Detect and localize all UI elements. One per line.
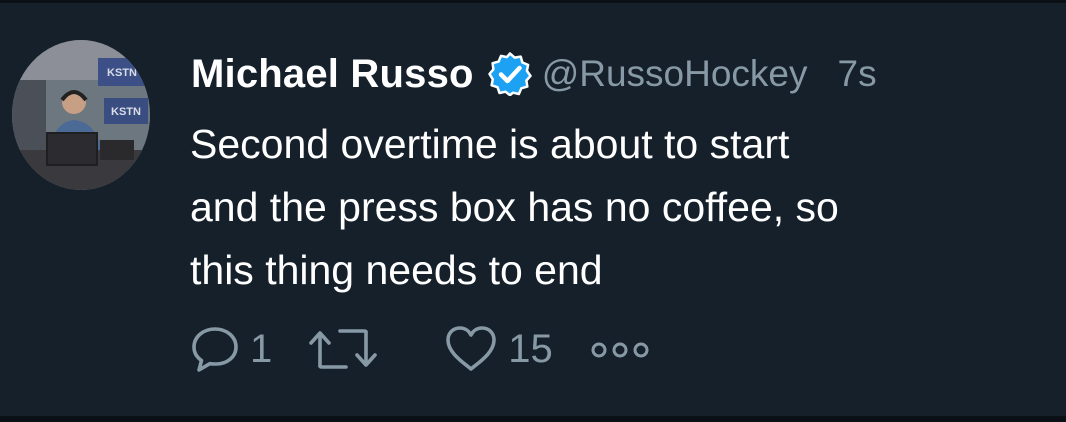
- reply-button[interactable]: 1: [190, 326, 272, 372]
- avatar[interactable]: KSTN KSTN: [12, 40, 150, 190]
- heart-icon: [446, 326, 497, 371]
- verified-badge-icon: [487, 52, 532, 97]
- bottom-divider: [0, 416, 1066, 422]
- more-button[interactable]: [589, 337, 653, 361]
- tweet-text: Second overtime is about to start and th…: [190, 121, 839, 293]
- retweet-button[interactable]: [308, 326, 388, 372]
- reply-icon: [192, 327, 238, 372]
- avatar-sign-text-2: KSTN: [111, 106, 141, 118]
- avatar-photo: KSTN KSTN: [12, 40, 150, 190]
- timestamp[interactable]: 7s: [838, 53, 877, 95]
- retweet-icon: [309, 329, 378, 369]
- tweet[interactable]: KSTN KSTN Michael Russo @RussoHockey 7s …: [0, 3, 1066, 416]
- tweet-header: Michael Russo @RussoHockey 7s: [191, 49, 877, 99]
- like-button[interactable]: 15: [444, 325, 553, 373]
- action-bar: 1 15: [190, 321, 653, 377]
- avatar-sign-text: KSTN: [107, 67, 137, 79]
- reply-count: 1: [250, 326, 273, 371]
- like-count: 15: [508, 326, 553, 371]
- display-name[interactable]: Michael Russo: [191, 52, 474, 97]
- more-icon: [591, 342, 649, 358]
- handle[interactable]: @RussoHockey: [542, 53, 808, 95]
